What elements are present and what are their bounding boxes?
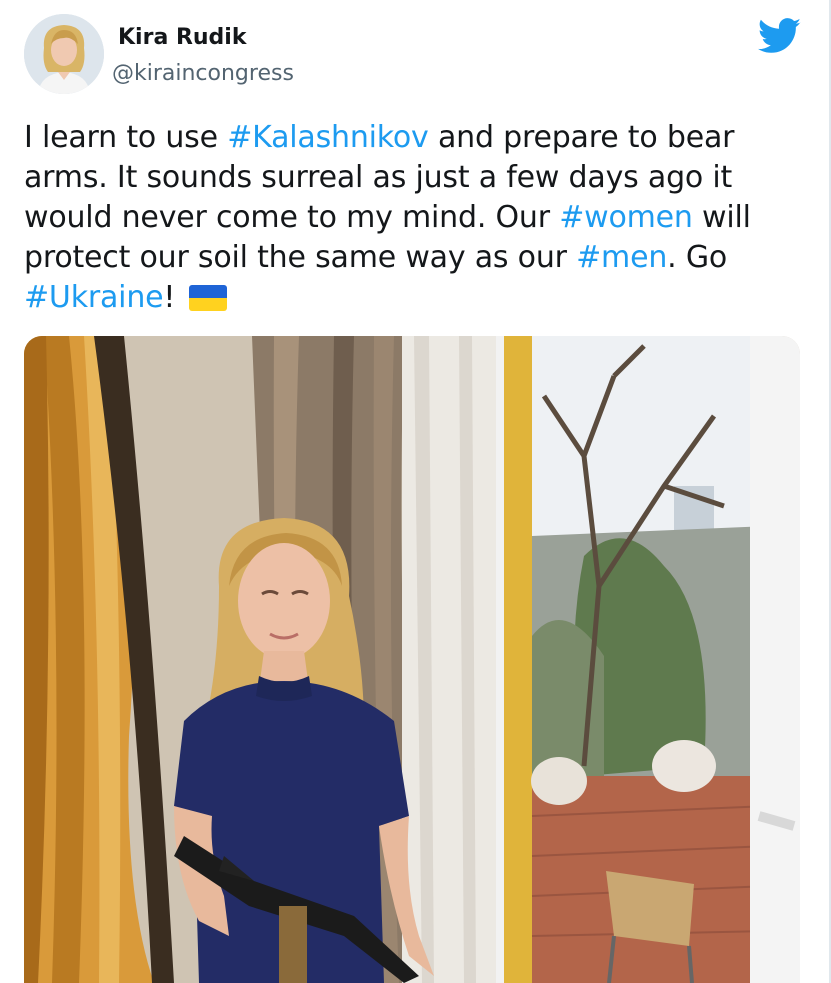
tweet-text-segment: . Go [667,240,728,275]
hashtag-kalashnikov[interactable]: #Kalashnikov [227,120,429,155]
author-handle[interactable]: @kiraincongress [112,60,294,88]
author-avatar[interactable] [24,14,104,94]
hashtag-men[interactable]: #men [576,240,667,275]
photo-image [24,336,800,983]
tweet-text-segment: I learn to use [24,120,228,155]
ukraine-flag-icon [189,285,228,311]
twitter-bird-icon[interactable] [757,18,802,54]
hashtag-women[interactable]: #women [559,200,693,235]
tweet-text: I learn to use #Kalashnikov and prepare … [24,118,764,318]
hashtag-ukraine[interactable]: #Ukraine [24,280,164,315]
tweet-photo[interactable] [24,336,800,983]
author-name[interactable]: Kira Rudik [118,24,246,52]
tweet-text-segment: ! [163,280,176,315]
avatar-image [24,14,104,94]
tweet-card: Kira Rudik @kiraincongress I learn to us… [0,0,831,983]
